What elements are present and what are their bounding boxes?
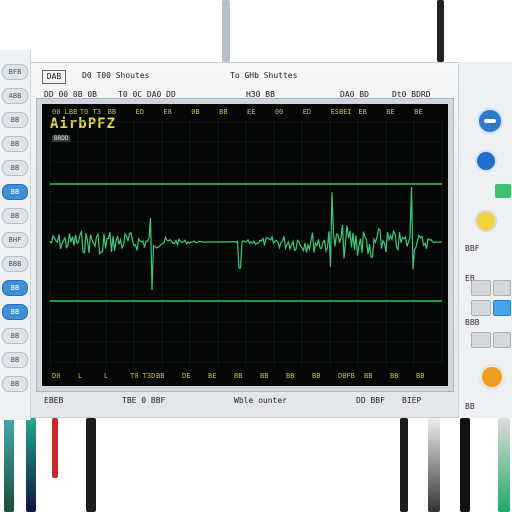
alarm-button[interactable] bbox=[475, 210, 497, 232]
bottom-tick-10: BB bbox=[286, 372, 295, 380]
bottom-tick-15: BB bbox=[416, 372, 425, 380]
rotary-knob[interactable] bbox=[479, 364, 505, 390]
right-button-5[interactable] bbox=[471, 332, 491, 348]
bottom-tick-1: D0 bbox=[52, 372, 61, 380]
footer-center: Wble ounter bbox=[234, 396, 287, 405]
right-button-6[interactable] bbox=[493, 332, 511, 348]
left-panel-button-5[interactable]: BB bbox=[2, 160, 28, 176]
footer-center-left: TBE 0 BBF bbox=[122, 396, 166, 405]
right-label-4: BB bbox=[465, 402, 475, 411]
left-panel-button-1[interactable]: BFB bbox=[2, 64, 28, 80]
header-center-label: To GHb Shuttes bbox=[230, 71, 298, 80]
settings-icon[interactable] bbox=[477, 108, 503, 134]
bottom-cable-8 bbox=[498, 418, 510, 512]
header-left-box: DAB bbox=[42, 70, 66, 84]
left-panel-button-2[interactable]: ABB bbox=[2, 88, 28, 104]
bottom-tick-9: BB bbox=[260, 372, 269, 380]
right-control-panel: BBF EB BBB BB bbox=[458, 62, 512, 418]
bottom-tick-14: BB bbox=[390, 372, 399, 380]
bottom-tick-6: DE bbox=[182, 372, 191, 380]
bottom-tick-11: BB bbox=[312, 372, 321, 380]
left-panel-button-13[interactable]: BB bbox=[2, 352, 28, 368]
right-button-1[interactable] bbox=[471, 280, 491, 296]
bottom-cable-5 bbox=[400, 418, 408, 512]
left-panel-button-3[interactable]: BB bbox=[2, 112, 28, 128]
status-led-green bbox=[495, 184, 511, 198]
bottom-tick-3: L bbox=[104, 372, 109, 380]
bottom-cable-6 bbox=[428, 418, 440, 512]
bottom-cable-2 bbox=[26, 418, 36, 512]
bottom-cable-1 bbox=[4, 418, 14, 512]
record-button[interactable] bbox=[475, 150, 497, 172]
bottom-tick-4: T0 T3D bbox=[130, 372, 156, 380]
footer-right-b: BIEP bbox=[402, 396, 422, 405]
bottom-tick-8: BB bbox=[234, 372, 243, 380]
bottom-tick-5: BB bbox=[156, 372, 165, 380]
left-panel-button-9[interactable]: BBB bbox=[2, 256, 28, 272]
bottom-tick-13: BB bbox=[364, 372, 373, 380]
left-panel-button-7[interactable]: BB bbox=[2, 208, 28, 224]
left-panel-button-8[interactable]: BHF bbox=[2, 232, 28, 248]
bottom-tick-12: DBFB bbox=[338, 372, 355, 380]
footer-left: EBEB bbox=[44, 396, 64, 405]
left-panel-button-4[interactable]: BB bbox=[2, 136, 28, 152]
bottom-cable-3 bbox=[52, 418, 58, 478]
waveform-graph bbox=[49, 120, 443, 366]
left-panel-button-14[interactable]: BB bbox=[2, 376, 28, 392]
bottom-tick-2: L bbox=[78, 372, 83, 380]
bottom-cable-4 bbox=[86, 418, 96, 512]
right-label-1: BBF bbox=[465, 244, 480, 253]
right-label-3: BBB bbox=[465, 318, 480, 327]
top-cable-2 bbox=[437, 0, 444, 62]
left-panel-button-11[interactable]: BB bbox=[2, 304, 28, 320]
right-button-3[interactable] bbox=[471, 300, 491, 316]
header-left-label: D0 T00 Shoutes bbox=[82, 71, 150, 80]
bottom-tick-7: BE bbox=[208, 372, 217, 380]
screen-bottom-ticks: D0 L L T0 T3D BB DE BE BB BB BB BB DBFB BB BB BB bbox=[42, 372, 448, 384]
top-cable-1 bbox=[222, 0, 230, 62]
right-button-4[interactable] bbox=[493, 300, 511, 316]
waveform-screen: 00 LBB T0 T3 BB ED E8 0B BB EE 00 ED ESBEI EB BE BE A… bbox=[42, 104, 448, 386]
bottom-cable-7 bbox=[460, 418, 470, 512]
right-button-2[interactable] bbox=[493, 280, 511, 296]
footer-right-a: DD BBF bbox=[356, 396, 385, 405]
left-control-panel: BFB ABB BB BB BB BB BB BHF BBB BB BB BB BB BB bbox=[0, 50, 31, 420]
left-panel-button-12[interactable]: BB bbox=[2, 328, 28, 344]
left-panel-button-6[interactable]: BB bbox=[2, 184, 28, 200]
left-panel-button-10[interactable]: BB bbox=[2, 280, 28, 296]
